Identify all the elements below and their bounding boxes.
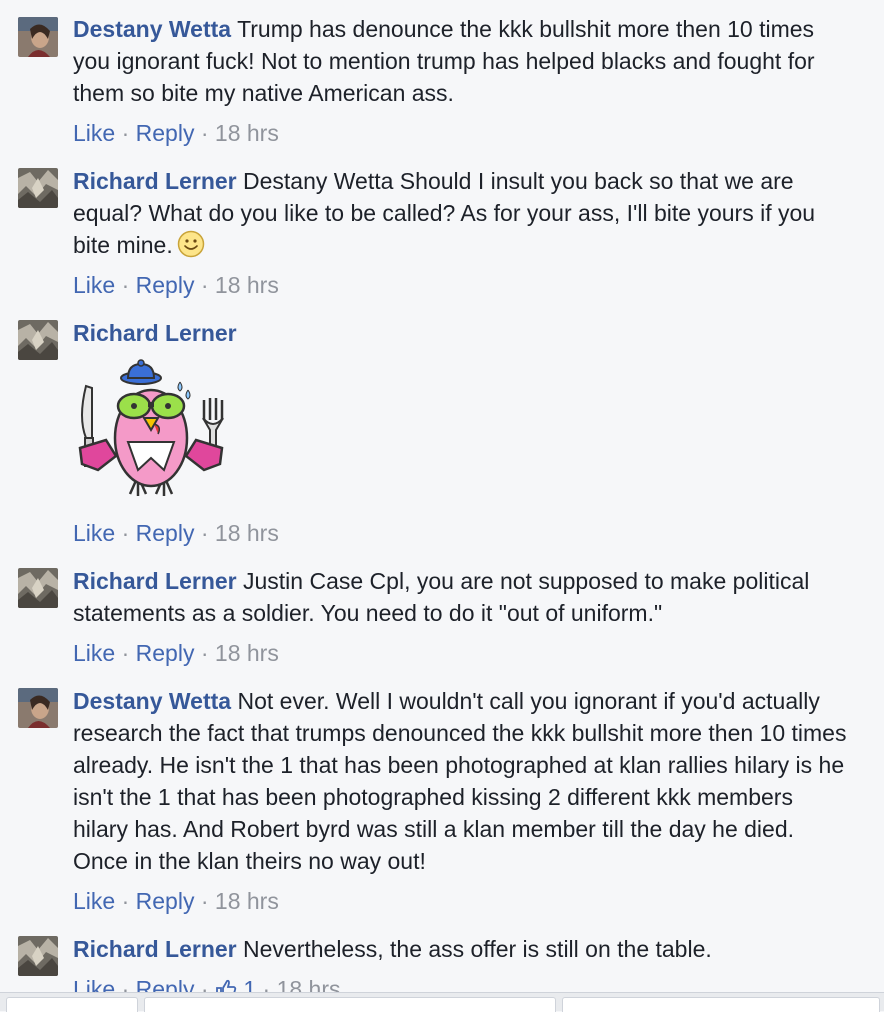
comment-timestamp[interactable]: 18 hrs xyxy=(215,520,279,546)
bird-sticker-icon[interactable] xyxy=(76,358,226,498)
reply-link[interactable]: Reply xyxy=(136,272,195,298)
comment-body: Richard Lerner xyxy=(73,317,853,349)
like-link[interactable]: Like xyxy=(73,640,115,666)
comment-text: Nevertheless, the ass offer is still on … xyxy=(243,936,712,962)
comment-actions: Like · Reply · 18 hrs xyxy=(73,640,279,666)
reply-link[interactable]: Reply xyxy=(136,520,195,546)
comment-author[interactable]: Richard Lerner xyxy=(73,568,237,594)
avatar-destany[interactable] xyxy=(18,688,58,728)
comment-body: Richard Lerner Destany Wetta Should I in… xyxy=(73,165,853,261)
comment-actions: Like · Reply · 18 hrs xyxy=(73,520,279,546)
comment-body: Richard Lerner Justin Case Cpl, you are … xyxy=(73,565,853,629)
comment-author[interactable]: Destany Wetta xyxy=(73,688,231,714)
avatar-richard[interactable] xyxy=(18,168,58,208)
comment-actions: Like · Reply · 18 hrs xyxy=(73,272,279,298)
comment-timestamp[interactable]: 18 hrs xyxy=(215,272,279,298)
comment-text: Not ever. Well I wouldn't call you ignor… xyxy=(73,688,847,874)
comment-author[interactable]: Destany Wetta xyxy=(73,16,231,42)
comment-timestamp[interactable]: 18 hrs xyxy=(215,120,279,146)
avatar-richard[interactable] xyxy=(18,568,58,608)
comment-author[interactable]: Richard Lerner xyxy=(73,168,237,194)
smile-emoji-icon xyxy=(177,230,205,258)
avatar-destany[interactable] xyxy=(18,17,58,57)
bottom-scrollbar[interactable] xyxy=(0,992,884,1012)
avatar-richard[interactable] xyxy=(18,320,58,360)
comment-author[interactable]: Richard Lerner xyxy=(73,936,237,962)
comment-body: Destany Wetta Not ever. Well I wouldn't … xyxy=(73,685,853,877)
comment-actions: Like · Reply · 18 hrs xyxy=(73,888,279,914)
like-link[interactable]: Like xyxy=(73,888,115,914)
comment-actions: Like · Reply · 18 hrs xyxy=(73,120,279,146)
like-link[interactable]: Like xyxy=(73,520,115,546)
avatar-richard[interactable] xyxy=(18,936,58,976)
like-link[interactable]: Like xyxy=(73,272,115,298)
reply-link[interactable]: Reply xyxy=(136,888,195,914)
comment-body: Destany Wetta Trump has denounce the kkk… xyxy=(73,13,853,109)
comment-body: Richard Lerner Nevertheless, the ass off… xyxy=(73,933,853,965)
comment-timestamp[interactable]: 18 hrs xyxy=(215,888,279,914)
like-link[interactable]: Like xyxy=(73,120,115,146)
comment-timestamp[interactable]: 18 hrs xyxy=(215,640,279,666)
comment-author[interactable]: Richard Lerner xyxy=(73,320,237,346)
reply-link[interactable]: Reply xyxy=(136,640,195,666)
reply-link[interactable]: Reply xyxy=(136,120,195,146)
